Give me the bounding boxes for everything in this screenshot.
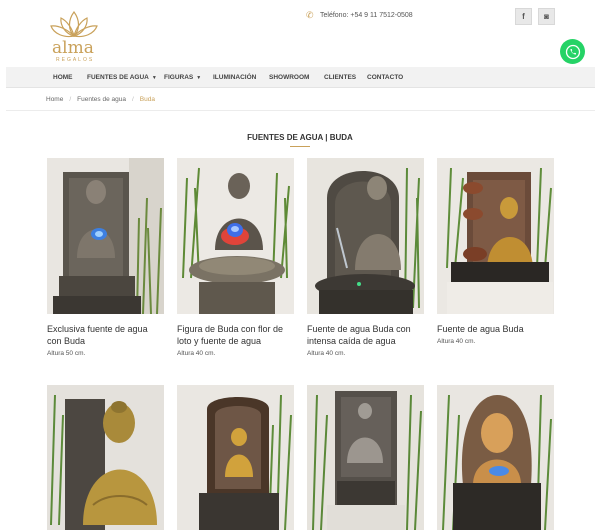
brand-name: alma: [52, 38, 94, 58]
facebook-icon[interactable]: f: [515, 8, 532, 25]
product-name[interactable]: Fuente de agua Buda con intensa caída de…: [307, 323, 424, 347]
nav-fuentes-de-agua[interactable]: FUENTES DE AGUA ▼: [87, 67, 157, 88]
nav-figuras[interactable]: FIGURAS ▼: [164, 67, 201, 88]
page-title: FUENTES DE AGUA | BUDA: [247, 133, 353, 142]
nav-clientes-label: CLIENTES: [324, 74, 357, 81]
breadcrumb: Home / Fuentes de agua / Buda: [46, 96, 155, 103]
product-image[interactable]: [177, 385, 294, 530]
nav-home-label: HOME: [53, 74, 73, 81]
product-spec: Altura 40 cm.: [437, 338, 476, 345]
product-image[interactable]: [307, 385, 424, 530]
nav-iluminacion[interactable]: ILUMINACIÓN: [213, 67, 256, 88]
breadcrumb-current: Buda: [139, 96, 155, 103]
instagram-icon[interactable]: ◙: [538, 8, 555, 25]
breadcrumb-separator: /: [69, 96, 72, 103]
product-spec: Altura 50 cm.: [47, 350, 86, 357]
phone-text: Teléfono: +54 9 11 7512-0508: [320, 12, 413, 19]
nav-showroom-label: SHOWROOM: [269, 74, 310, 81]
main-navbar: HOME FUENTES DE AGUA ▼ FIGURAS ▼ ILUMINACI…: [6, 67, 595, 88]
product-image[interactable]: [47, 385, 164, 530]
nav-showroom[interactable]: SHOWROOM: [269, 67, 309, 88]
product-name[interactable]: Figura de Buda con flor de loto y fuente…: [177, 323, 294, 347]
product-spec: Altura 40 cm.: [307, 350, 346, 357]
brand-logo[interactable]: alma REGALOS: [46, 8, 102, 63]
phone-icon: ✆: [306, 10, 314, 20]
chevron-down-icon: ▼: [196, 75, 202, 81]
nav-home[interactable]: HOME: [53, 67, 73, 88]
nav-figuras-label: FIGURAS: [164, 74, 194, 81]
product-image[interactable]: [437, 385, 554, 530]
product-image[interactable]: [437, 158, 554, 314]
product-image[interactable]: [307, 158, 424, 314]
nav-clientes[interactable]: CLIENTES: [324, 67, 356, 88]
nav-contacto[interactable]: CONTACTO: [367, 67, 403, 88]
chevron-down-icon: ▼: [151, 75, 157, 81]
divider: [6, 110, 595, 111]
breadcrumb-section[interactable]: Fuentes de agua: [77, 96, 126, 103]
nav-iluminacion-label: ILUMINACIÓN: [213, 74, 257, 81]
phone-handset-icon: [565, 44, 580, 59]
product-name[interactable]: Exclusiva fuente de agua con Buda: [47, 323, 164, 347]
breadcrumb-home[interactable]: Home: [46, 96, 63, 103]
product-image[interactable]: [177, 158, 294, 314]
whatsapp-icon[interactable]: [560, 39, 585, 64]
title-underline: [290, 146, 310, 147]
product-spec: Altura 40 cm.: [177, 350, 216, 357]
nav-contacto-label: CONTACTO: [367, 74, 404, 81]
product-name[interactable]: Fuente de agua Buda: [437, 323, 554, 335]
breadcrumb-separator: /: [131, 96, 134, 103]
product-image[interactable]: [47, 158, 164, 314]
site-header: alma REGALOS ✆ Teléfono: +54 9 11 7512-0…: [0, 0, 600, 66]
nav-fuentes-label: FUENTES DE AGUA: [87, 74, 149, 81]
phone-contact[interactable]: ✆ Teléfono: +54 9 11 7512-0508: [306, 11, 413, 20]
brand-tagline: REGALOS: [56, 57, 95, 63]
lotus-icon: [50, 10, 98, 38]
